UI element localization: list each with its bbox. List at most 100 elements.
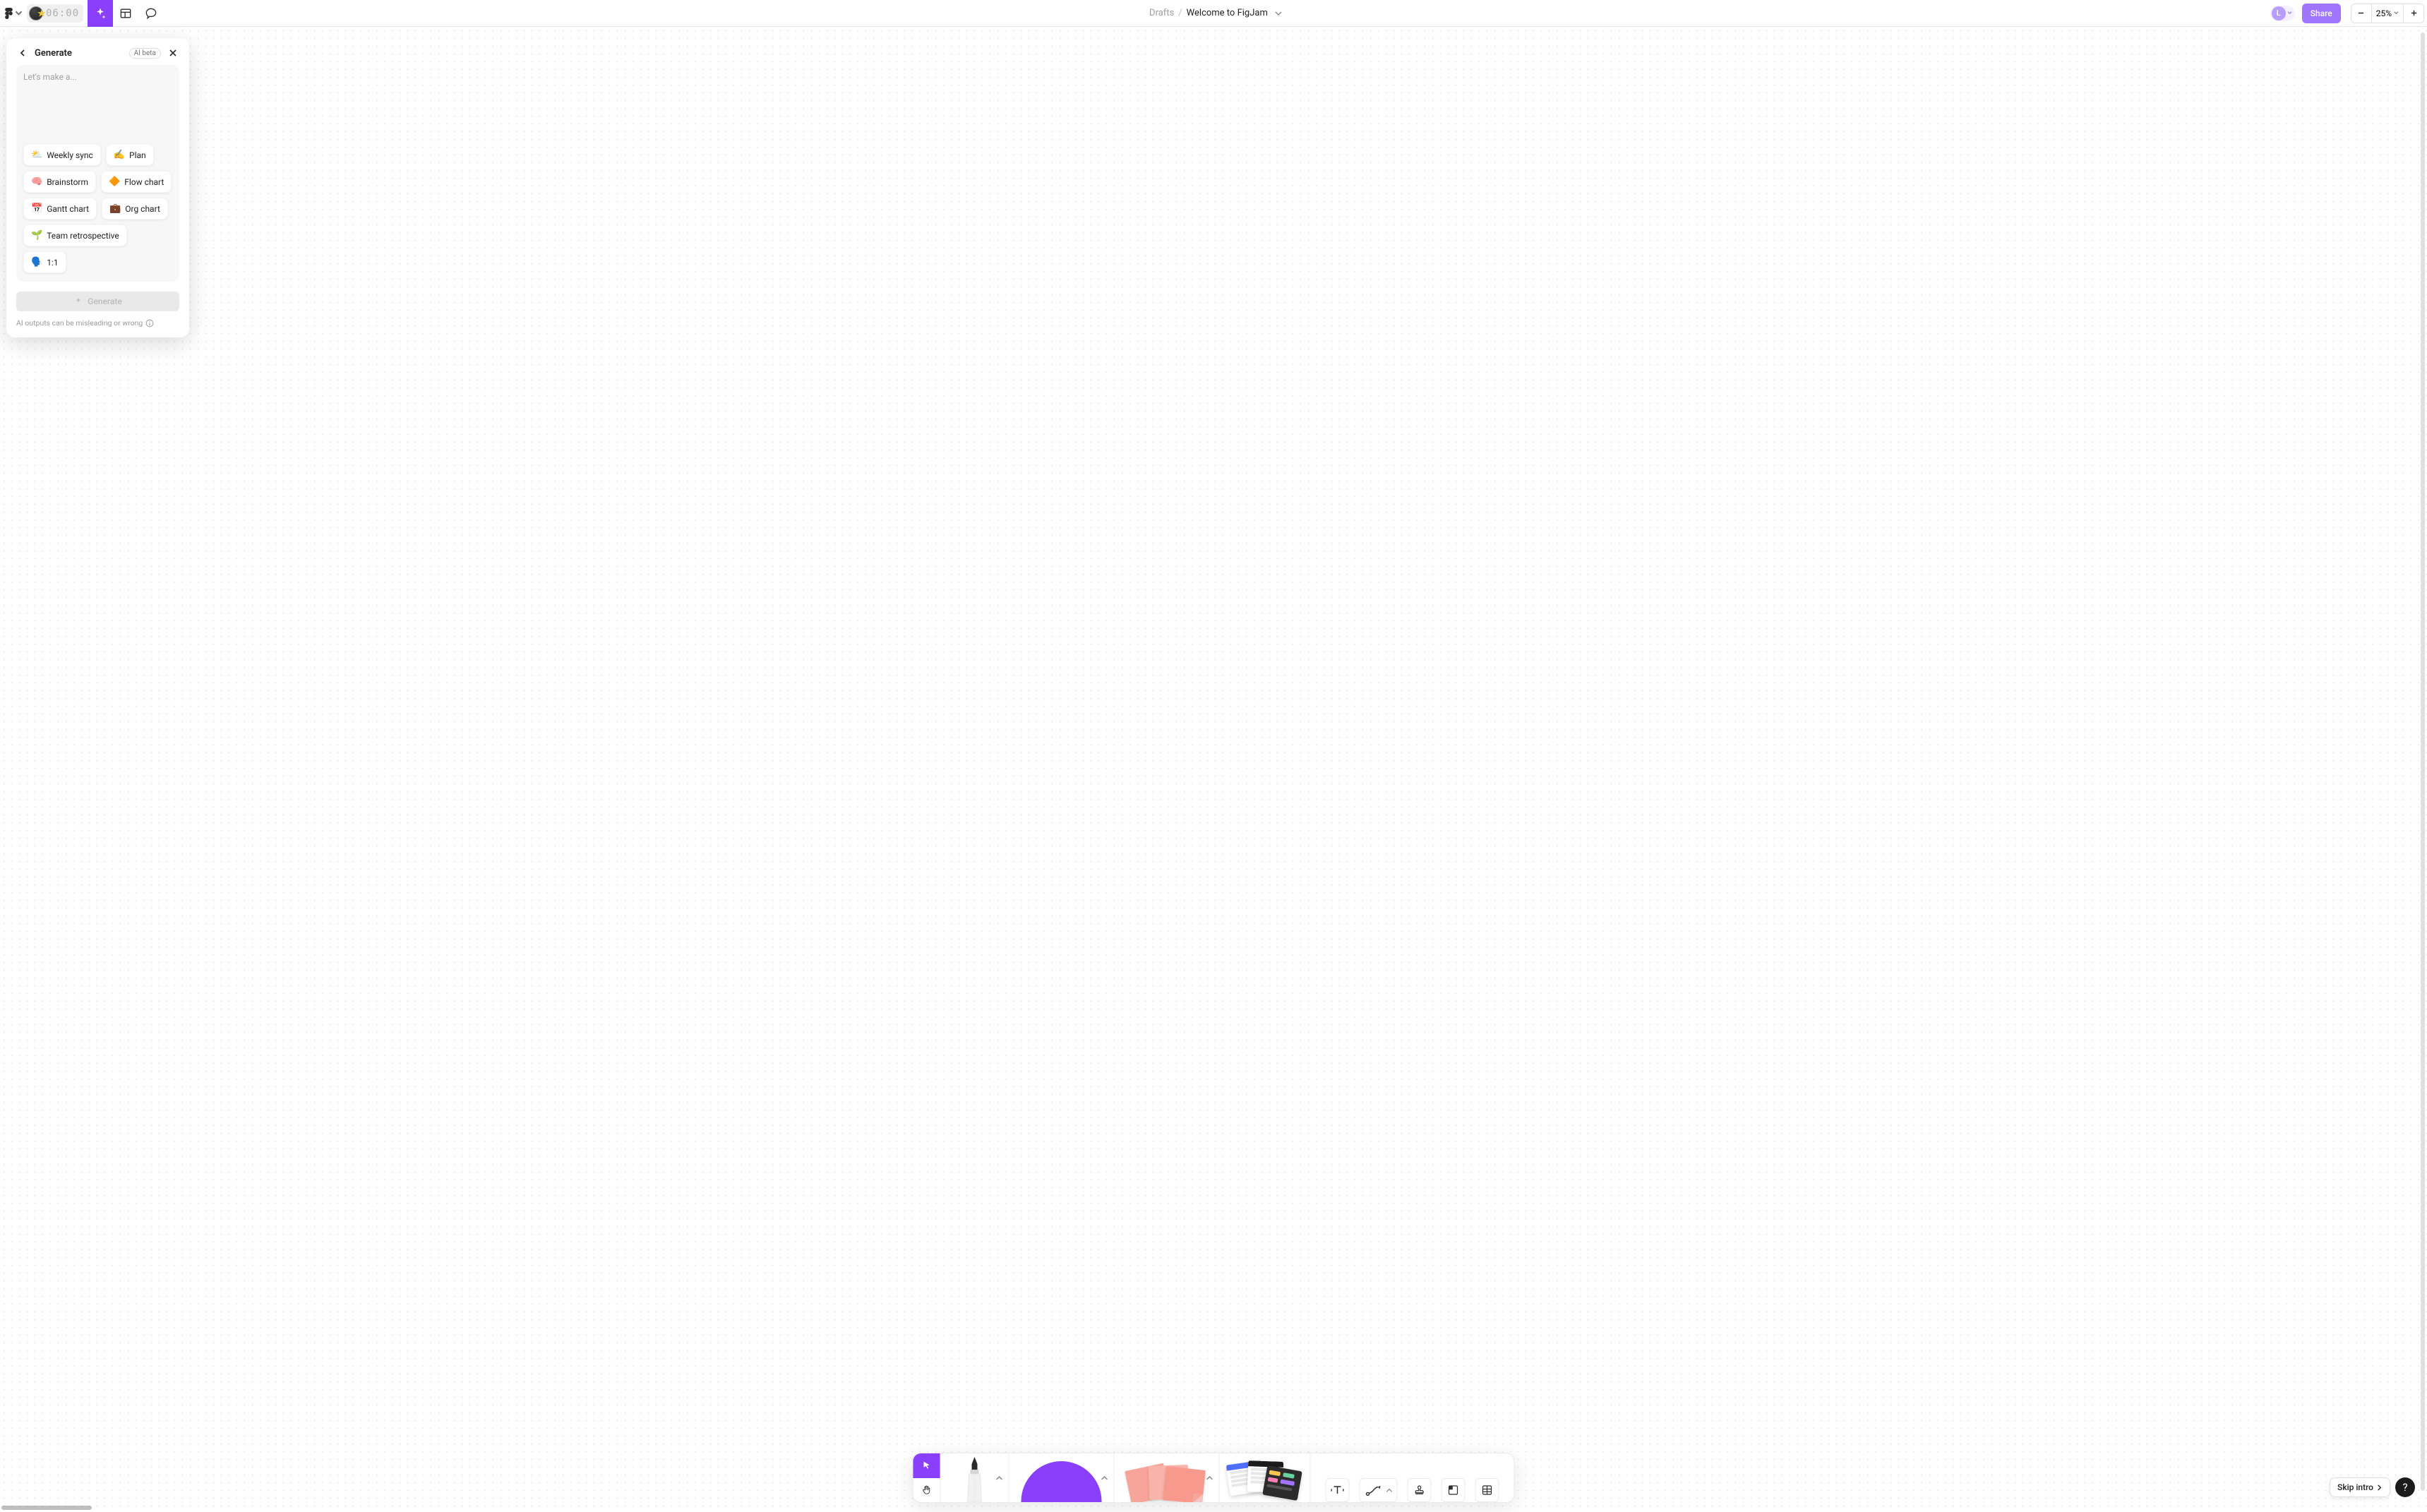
generate-panel-title: Generate — [35, 48, 124, 59]
chip-brainstorm[interactable]: 🧠Brainstorm — [23, 171, 96, 193]
ai-beta-badge: AI beta — [129, 48, 161, 59]
top-bar: 06:00 Drafts / Welcome to FigJam L Share — [0, 0, 2427, 27]
chip-label: Team retrospective — [47, 231, 119, 241]
chip-plan[interactable]: ✍️ Plan — [106, 144, 154, 166]
zoom-level-text: 25% — [2376, 8, 2392, 18]
star-icon — [37, 8, 47, 18]
bottom-toolbar — [913, 1453, 1515, 1503]
brain-icon: 🧠 — [31, 176, 42, 187]
zoom-controls: 25% — [2351, 4, 2424, 23]
breadcrumb-drafts[interactable]: Drafts — [1149, 8, 1174, 18]
text-icon — [1331, 1483, 1345, 1497]
marker-options-button[interactable] — [995, 1473, 1005, 1483]
main-menu-button[interactable] — [3, 3, 24, 24]
generate-submit-button[interactable]: Generate — [16, 292, 179, 311]
sticky-stack-icon — [1128, 1460, 1206, 1502]
sparkle-icon — [93, 6, 107, 20]
topbar-center: Drafts / Welcome to FigJam — [164, 8, 2270, 18]
file-menu-button[interactable] — [1275, 8, 1285, 18]
back-button[interactable] — [16, 47, 29, 59]
help-button[interactable]: ? — [2395, 1477, 2415, 1497]
comment-icon — [144, 6, 158, 20]
chip-gantt-chart[interactable]: 📅 Gantt chart — [23, 198, 97, 220]
templates-tool[interactable] — [1220, 1453, 1310, 1502]
connector-tool[interactable] — [1360, 1478, 1398, 1502]
timer-pill[interactable]: 06:00 — [27, 4, 83, 23]
widgets-tool[interactable] — [1442, 1478, 1466, 1502]
ai-generate-tool[interactable] — [88, 0, 113, 27]
diamond-icon: 🔶 — [109, 176, 120, 187]
chevron-down-icon — [2287, 11, 2292, 16]
figma-icon — [5, 8, 13, 19]
table-icon — [1481, 1484, 1494, 1496]
chip-one-on-one[interactable]: 🗣️ 1:1 — [23, 251, 66, 273]
plus-icon — [2410, 9, 2418, 17]
comment-tool[interactable] — [138, 0, 164, 27]
chevron-down-icon — [15, 8, 23, 19]
sticky-options-button[interactable] — [1205, 1473, 1215, 1483]
section-icon — [119, 6, 133, 20]
speaking-icon: 🗣️ — [31, 257, 42, 268]
minus-icon — [2357, 9, 2365, 17]
chip-label: Weekly sync — [47, 150, 93, 160]
section-tool[interactable] — [113, 0, 138, 27]
chevron-up-icon — [996, 1475, 1003, 1482]
chip-weekly-sync[interactable]: ⛅ Weekly sync — [23, 144, 101, 166]
generate-prompt-input[interactable] — [23, 72, 172, 133]
chevron-down-icon — [2394, 11, 2399, 16]
shape-preview-icon — [1021, 1461, 1102, 1502]
topbar-left: 06:00 — [3, 0, 164, 27]
hand-tool[interactable] — [913, 1478, 940, 1503]
briefcase-icon: 💼 — [109, 203, 121, 214]
templates-stack-icon — [1228, 1461, 1302, 1502]
text-tool[interactable] — [1326, 1478, 1350, 1502]
cursor-icon — [921, 1460, 933, 1471]
writing-icon: ✍️ — [114, 150, 125, 160]
user-avatar-chip[interactable]: L — [2270, 6, 2295, 21]
stamp-icon — [1413, 1484, 1426, 1496]
sparkle-icon — [73, 296, 83, 306]
select-tool-group — [913, 1453, 940, 1502]
zoom-out-button[interactable] — [2351, 4, 2371, 23]
weather-icon: ⛅ — [31, 150, 42, 160]
zoom-in-button[interactable] — [2404, 4, 2423, 23]
chevron-right-icon — [2376, 1484, 2383, 1491]
chevron-up-icon — [1386, 1487, 1393, 1494]
generate-submit-label: Generate — [88, 296, 122, 306]
move-tool[interactable] — [913, 1453, 940, 1478]
calendar-icon: 📅 — [31, 203, 42, 214]
chip-label: Gantt chart — [47, 204, 89, 214]
marker-tool[interactable] — [941, 1453, 1009, 1502]
table-tool[interactable] — [1475, 1478, 1499, 1502]
avatar: L — [2272, 6, 2286, 20]
chip-flow-chart[interactable]: 🔶Flow chart — [101, 171, 172, 193]
chip-org-chart[interactable]: 💼Org chart — [102, 198, 168, 220]
generate-panel: Generate AI beta ⛅ Weekly sync ✍️ Plan 🧠Br… — [6, 38, 189, 337]
skip-intro-button[interactable]: Skip intro — [2330, 1477, 2390, 1497]
canvas[interactable] — [0, 27, 2427, 1512]
toolbar-right-group — [1311, 1453, 1514, 1502]
chip-label: Plan — [129, 150, 146, 160]
stamp-tool[interactable] — [1408, 1478, 1432, 1502]
share-button[interactable]: Share — [2302, 4, 2341, 23]
widget-icon — [1447, 1484, 1460, 1496]
shape-tool[interactable] — [1009, 1453, 1114, 1502]
vertical-scrollbar[interactable] — [2420, 27, 2426, 1496]
chip-team-retrospective[interactable]: 🌱Team retrospective — [23, 224, 127, 246]
chip-label: 1:1 — [47, 258, 58, 268]
shape-options-button[interactable] — [1100, 1473, 1110, 1483]
chevron-up-icon — [1101, 1475, 1108, 1482]
sticky-note-tool[interactable] — [1115, 1453, 1219, 1502]
skip-intro-label: Skip intro — [2337, 1482, 2373, 1492]
zoom-level-button[interactable]: 25% — [2371, 4, 2404, 23]
info-icon[interactable] — [145, 319, 154, 328]
close-button[interactable] — [167, 47, 179, 59]
breadcrumb-separator: / — [1178, 8, 1182, 18]
horizontal-scrollbar[interactable] — [0, 1505, 92, 1511]
timer-value: 06:00 — [46, 8, 79, 19]
topbar-right: L Share 25% — [2270, 4, 2424, 23]
file-name[interactable]: Welcome to FigJam — [1187, 8, 1268, 18]
chevron-down-icon — [1275, 10, 1282, 17]
generate-disclaimer: AI outputs can be misleading or wrong — [16, 318, 179, 328]
timer-avatar-icon — [29, 6, 43, 20]
